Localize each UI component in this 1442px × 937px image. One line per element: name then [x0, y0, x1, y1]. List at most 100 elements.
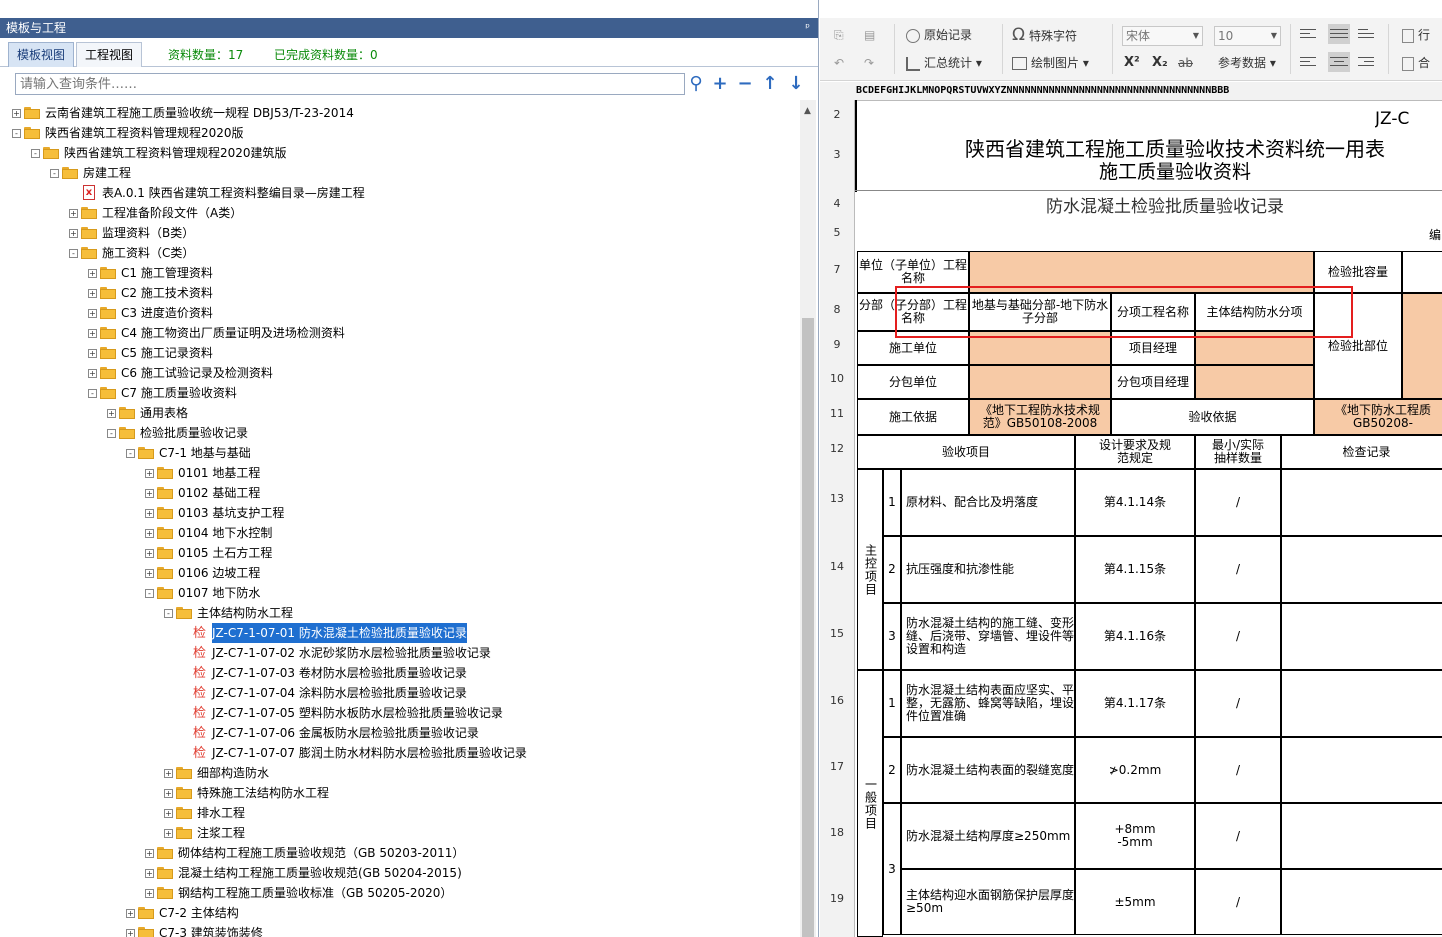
item-sample[interactable]: /	[1195, 869, 1281, 935]
minus-icon[interactable]: −	[735, 74, 755, 94]
search-input[interactable]	[15, 73, 685, 95]
tree-node[interactable]: + 混凝土结构工程施工质量验收规范(GB 50204-2015)	[0, 863, 790, 883]
collapse-icon[interactable]: -	[126, 449, 135, 458]
tree-node[interactable]: + 工程准备阶段文件（A类）	[0, 203, 790, 223]
expand-icon[interactable]: +	[126, 909, 135, 918]
tree-node[interactable]: + C7-2 主体结构	[0, 903, 790, 923]
tree-node[interactable]: - 陕西省建筑工程资料管理规程2020版	[0, 123, 790, 143]
superscript-button[interactable]: X²	[1124, 54, 1140, 72]
arrow-up-icon[interactable]: ↑	[760, 74, 780, 94]
acceptance-basis-value[interactable]: 《地下防水工程质GB50208-	[1314, 399, 1442, 435]
item-record[interactable]	[1281, 803, 1442, 869]
expand-icon[interactable]: +	[145, 509, 154, 518]
tree-node[interactable]: - 主体结构防水工程	[0, 603, 790, 623]
tree-node[interactable]: + C6 施工试验记录及检测资料	[0, 363, 790, 383]
tree-node[interactable]: + 细部构造防水	[0, 763, 790, 783]
merge-button[interactable]: 合	[1402, 54, 1430, 72]
collapse-icon[interactable]: -	[31, 149, 40, 158]
tree-scrollbar[interactable]: ▲	[800, 100, 816, 937]
expand-icon[interactable]: +	[145, 529, 154, 538]
expand-icon[interactable]: +	[88, 369, 97, 378]
row-button[interactable]: 行	[1402, 26, 1430, 44]
item-sample[interactable]: /	[1195, 536, 1281, 603]
collapse-icon[interactable]: -	[88, 389, 97, 398]
expand-icon[interactable]: +	[164, 829, 173, 838]
align-right-icon[interactable]	[1358, 54, 1374, 68]
tree-node[interactable]: +0103 基坑支护工程	[0, 503, 790, 523]
arrow-down-icon[interactable]: ↓	[786, 74, 806, 94]
font-size-select[interactable]: 10 ▼	[1214, 26, 1281, 46]
summary-stats-button[interactable]: 汇总统计 ▾	[906, 54, 982, 72]
tree-node[interactable]: x 表A.0.1 陕西省建筑工程资料整编目录—房建工程	[0, 183, 790, 203]
subcontractor-value[interactable]	[969, 365, 1111, 399]
expand-icon[interactable]: +	[145, 569, 154, 578]
item-sample[interactable]: /	[1195, 737, 1281, 803]
scroll-thumb[interactable]	[802, 318, 814, 937]
expand-icon[interactable]: +	[126, 929, 135, 937]
expand-icon[interactable]: +	[88, 289, 97, 298]
tree-node[interactable]: - 房建工程	[0, 163, 790, 183]
draw-picture-button[interactable]: 绘制图片 ▾	[1012, 54, 1089, 72]
tree-node[interactable]: + C1 施工管理资料	[0, 263, 790, 283]
subscript-button[interactable]: X₂	[1152, 54, 1168, 72]
collapse-icon[interactable]: -	[145, 589, 154, 598]
align-middle-icon[interactable]	[1328, 24, 1350, 44]
expand-icon[interactable]: +	[164, 789, 173, 798]
item-record[interactable]	[1281, 869, 1442, 935]
tree-node[interactable]: + C5 施工记录资料	[0, 343, 790, 363]
scroll-up-icon[interactable]: ▲	[804, 106, 811, 116]
tree-node[interactable]: + 云南省建筑工程施工质量验收统一规程 DBJ53/T-23-2014	[0, 103, 790, 123]
tree-node[interactable]: +0105 土石方工程	[0, 543, 790, 563]
original-record-button[interactable]: 原始记录	[906, 26, 972, 44]
expand-icon[interactable]: +	[88, 329, 97, 338]
align-center-icon[interactable]	[1328, 52, 1350, 72]
item-sample[interactable]: /	[1195, 670, 1281, 737]
tree-node[interactable]: +0106 边坡工程	[0, 563, 790, 583]
sub-pm-value[interactable]	[1195, 365, 1314, 399]
tree-node[interactable]: + 通用表格	[0, 403, 790, 423]
tree-node[interactable]: + 注浆工程	[0, 823, 790, 843]
tree-node[interactable]: - C7-1 地基与基础	[0, 443, 790, 463]
strikethrough-button[interactable]: ab	[1178, 54, 1193, 72]
item-record[interactable]	[1281, 737, 1442, 803]
collapse-icon[interactable]: -	[164, 609, 173, 618]
tree-node[interactable]: 检 JZ-C7-1-07-06 金属板防水层检验批质量验收记录	[0, 723, 790, 743]
align-left-icon[interactable]	[1300, 54, 1316, 68]
expand-icon[interactable]: +	[88, 269, 97, 278]
tree-node[interactable]: 检 JZ-C7-1-07-02 水泥砂浆防水层检验批质量验收记录	[0, 643, 790, 663]
tree-node[interactable]: 检 JZ-C7-1-07-05 塑料防水板防水层检验批质量验收记录	[0, 703, 790, 723]
reference-data-button[interactable]: 参考数据 ▾	[1218, 54, 1276, 72]
add-icon[interactable]: +	[710, 74, 730, 94]
pin-icon[interactable]: ᵖ	[805, 18, 810, 38]
expand-icon[interactable]: +	[145, 549, 154, 558]
expand-icon[interactable]: +	[69, 229, 78, 238]
tree-node[interactable]: + 特殊施工法结构防水工程	[0, 783, 790, 803]
tree-node[interactable]: 检 JZ-C7-1-07-01 防水混凝土检验批质量验收记录	[0, 622, 790, 644]
item-record[interactable]	[1281, 469, 1442, 536]
capacity-value[interactable]	[1402, 251, 1442, 293]
collapse-icon[interactable]: -	[12, 129, 21, 138]
item-sample[interactable]: /	[1195, 803, 1281, 869]
collapse-icon[interactable]: -	[69, 249, 78, 258]
tree-node[interactable]: + 监理资料（B类）	[0, 223, 790, 243]
tree-node[interactable]: + C4 施工物资出厂质量证明及进场检测资料	[0, 323, 790, 343]
font-name-select[interactable]: 宋体 ▼	[1122, 26, 1203, 46]
expand-icon[interactable]: +	[145, 489, 154, 498]
tab-template-view[interactable]: 模板视图	[8, 42, 75, 67]
copy-icon[interactable]: ⎘	[834, 26, 844, 44]
tree-node[interactable]: + 砌体结构工程施工质量验收规范（GB 50203-2011）	[0, 843, 790, 863]
tree-node[interactable]: + C2 施工技术资料	[0, 283, 790, 303]
tree-node[interactable]: + 排水工程	[0, 803, 790, 823]
tree-node[interactable]: + C3 进度造价资料	[0, 303, 790, 323]
expand-icon[interactable]: +	[145, 469, 154, 478]
item-record[interactable]	[1281, 536, 1442, 603]
expand-icon[interactable]: +	[88, 309, 97, 318]
tree-node[interactable]: +0104 地下水控制	[0, 523, 790, 543]
tree-node[interactable]: 检 JZ-C7-1-07-07 膨润土防水材料防水层检验批质量验收记录	[0, 743, 790, 763]
collapse-icon[interactable]: -	[50, 169, 59, 178]
tree-node[interactable]: - 检验批质量验收记录	[0, 423, 790, 443]
tab-project-view[interactable]: 工程视图	[76, 42, 143, 67]
location-value[interactable]	[1402, 293, 1442, 399]
tree-node[interactable]: +0102 基础工程	[0, 483, 790, 503]
align-bottom-icon[interactable]	[1358, 26, 1374, 40]
